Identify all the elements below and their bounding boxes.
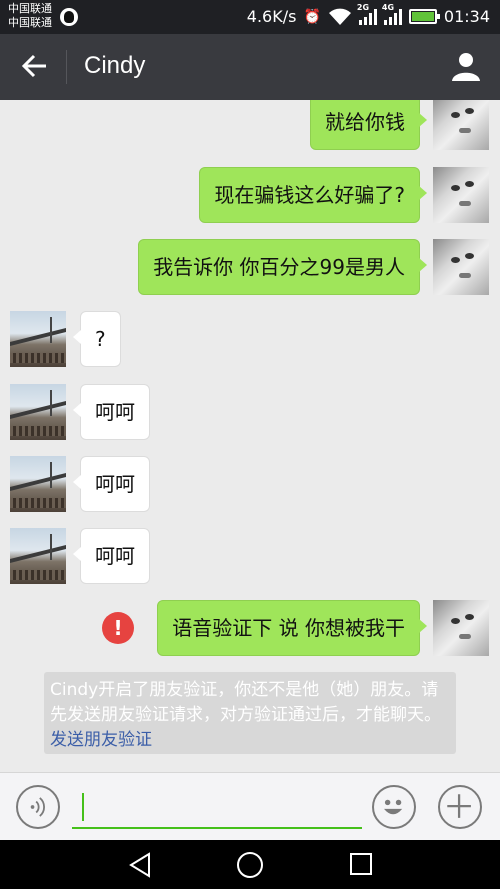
carrier-line-1: 中国联通 <box>8 2 52 15</box>
home-circle-icon[interactable] <box>237 852 263 878</box>
network-type-2: 4G <box>381 2 395 12</box>
message-bubble[interactable]: 呵呵 <box>73 384 150 440</box>
my-avatar[interactable] <box>433 167 489 223</box>
signal-4g-icon: 4G <box>382 3 402 25</box>
battery-icon <box>408 9 440 24</box>
contact-avatar[interactable] <box>10 311 66 367</box>
message-bubble[interactable]: 我告诉你 你百分之99是男人 <box>138 239 427 295</box>
signal-2g-icon: 2G <box>357 3 377 25</box>
back-triangle-icon[interactable] <box>128 852 152 878</box>
chat-title: Cindy <box>84 52 146 79</box>
send-failed-icon[interactable]: ! <box>102 612 134 644</box>
chat-header: Cindy <box>0 34 500 100</box>
emoji-icon[interactable] <box>372 785 416 829</box>
my-avatar[interactable] <box>433 100 489 150</box>
message-bubble[interactable]: 呵呵 <box>73 528 150 584</box>
message-bubble[interactable]: 呵呵 <box>73 456 150 512</box>
voice-icon[interactable] <box>16 785 60 829</box>
qq-icon <box>60 8 78 26</box>
send-verification-link[interactable]: 发送朋友验证 <box>50 730 152 750</box>
my-avatar[interactable] <box>433 239 489 295</box>
wifi-icon <box>328 8 351 25</box>
message-list[interactable]: 就给你钱 现在骗钱这么好骗了? 我告诉你 你百分之99是男人 ? 呵呵 呵呵 呵… <box>0 100 500 772</box>
carrier-line-2: 中国联通 <box>8 16 52 29</box>
status-bar: 中国联通 中国联通 4.6K/s ⏰ 2G 4G 01:34 <box>0 0 500 34</box>
message-bubble[interactable]: 现在骗钱这么好骗了? <box>199 167 427 223</box>
message-bubble[interactable]: 语音验证下 说 你想被我干 <box>157 600 427 656</box>
header-divider <box>66 50 67 84</box>
network-speed: 4.6K/s <box>246 7 297 26</box>
person-icon[interactable] <box>450 50 482 82</box>
notice-text: Cindy开启了朋友验证，你还不是他（她）朋友。请先发送朋友验证请求，对方验证通… <box>50 680 441 725</box>
system-nav-bar <box>0 840 500 889</box>
message-input[interactable] <box>72 787 362 829</box>
contact-avatar[interactable] <box>10 456 66 512</box>
friend-verification-notice: Cindy开启了朋友验证，你还不是他（她）朋友。请先发送朋友验证请求，对方验证通… <box>44 672 456 754</box>
contact-avatar[interactable] <box>10 528 66 584</box>
carrier-label: 中国联通 中国联通 <box>8 2 52 30</box>
input-bar <box>0 772 500 840</box>
message-bubble[interactable]: ? <box>73 311 121 367</box>
alarm-icon: ⏰ <box>303 8 321 25</box>
recent-square-icon[interactable] <box>350 853 372 875</box>
message-bubble[interactable]: 就给你钱 <box>310 100 427 150</box>
status-indicators: 4.6K/s ⏰ 2G 4G 01:34 <box>246 3 490 27</box>
my-avatar[interactable] <box>433 600 489 656</box>
network-type-1: 2G <box>356 2 370 12</box>
plus-icon[interactable] <box>438 785 482 829</box>
arrow-left-icon[interactable] <box>20 50 50 82</box>
text-caret <box>82 793 84 821</box>
contact-avatar[interactable] <box>10 384 66 440</box>
clock: 01:34 <box>443 7 490 26</box>
